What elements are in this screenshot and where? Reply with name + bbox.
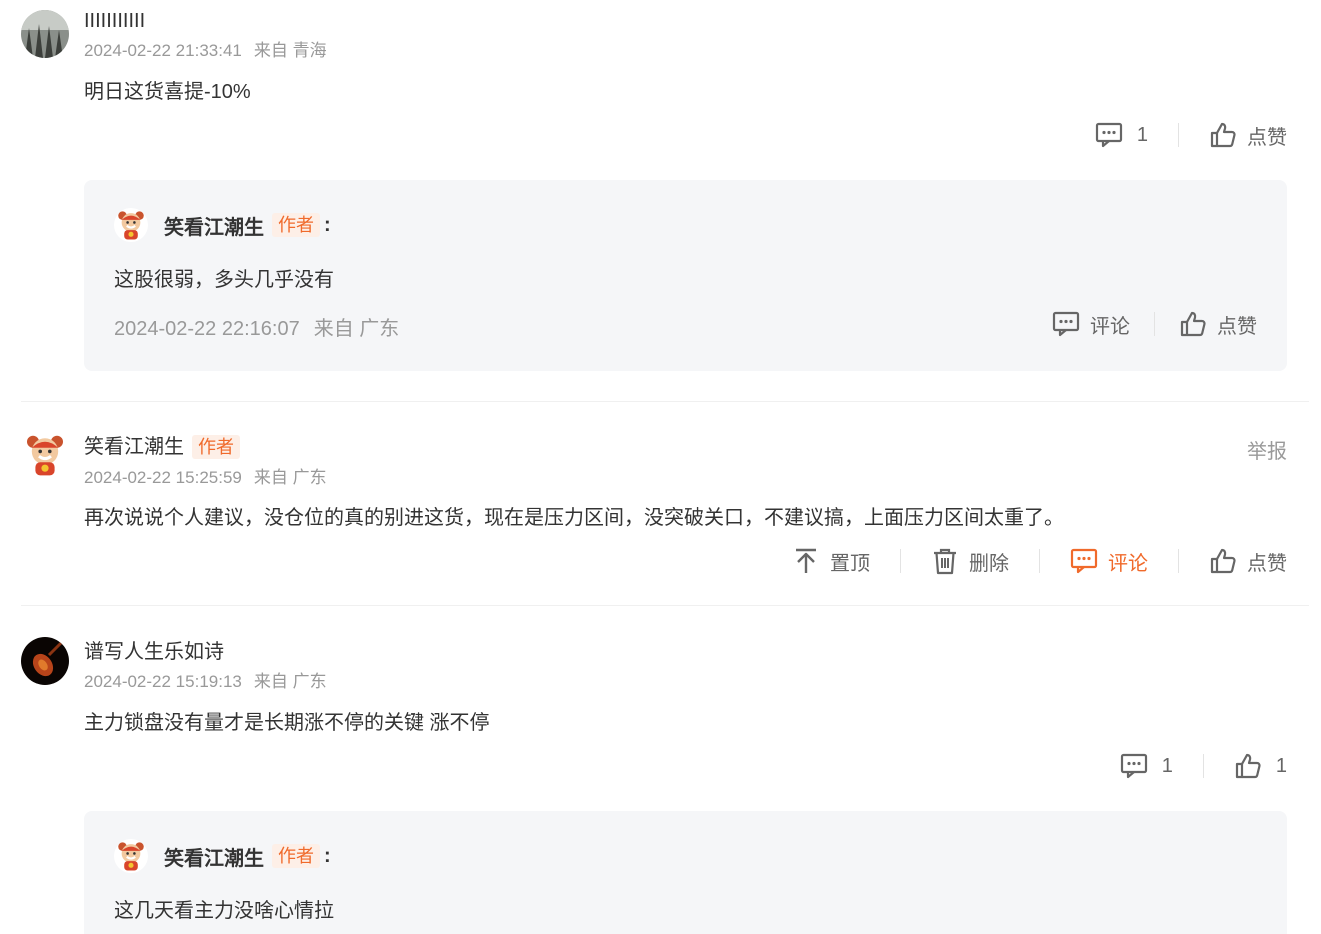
like-label: 点赞 <box>1247 552 1287 575</box>
divider <box>1178 549 1179 573</box>
timestamp: 2024-02-22 15:19:13 <box>84 672 242 691</box>
reply-username[interactable]: 笑看江潮生 <box>164 842 264 871</box>
reply-meta: 2024-02-22 22:16:07 来自 广东 <box>114 312 399 341</box>
comment-icon <box>1095 121 1123 149</box>
like-label: 点赞 <box>1217 315 1257 338</box>
avatar[interactable] <box>114 839 148 873</box>
author-badge: 作者 <box>192 435 240 459</box>
reply-username[interactable]: 笑看江潮生 <box>164 211 264 240</box>
comment-list: IIIIIIIIIII 2024-02-22 21:33:41 来自 青海 明日这… <box>0 0 1321 934</box>
report-link[interactable]: 举报 <box>1247 435 1287 464</box>
comment-icon <box>1120 752 1148 780</box>
avatar[interactable] <box>21 431 69 479</box>
divider <box>1039 549 1040 573</box>
location: 来自 广东 <box>253 672 327 691</box>
comment-actions: 1 点赞 <box>1095 119 1287 151</box>
like-button[interactable]: 点赞 <box>1209 121 1287 150</box>
avatar[interactable] <box>114 208 148 242</box>
avatar[interactable] <box>21 637 69 685</box>
comment-divider <box>21 605 1309 606</box>
comment-icon <box>1052 310 1080 338</box>
comment-icon <box>1070 547 1098 575</box>
pin-button[interactable]: 置顶 <box>792 547 870 576</box>
divider <box>1154 312 1155 336</box>
comment-divider <box>21 401 1309 402</box>
location: 来自 广东 <box>313 318 400 340</box>
comment-label: 评论 <box>1108 552 1148 575</box>
author-badge: 作者 <box>272 844 320 868</box>
divider <box>1178 123 1179 147</box>
timestamp: 2024-02-22 21:33:41 <box>84 41 242 60</box>
thumbs-up-icon <box>1209 547 1237 575</box>
reply-button[interactable]: 1 <box>1095 121 1148 149</box>
trash-icon <box>931 547 959 575</box>
comment-content: 明日这货喜提-10% <box>84 81 251 103</box>
reply-header: 笑看江潮生 作者 : <box>114 839 331 873</box>
like-button[interactable]: 点赞 <box>1179 310 1257 339</box>
location: 来自 广东 <box>253 468 327 487</box>
like-count: 1 <box>1275 754 1287 777</box>
colon: : <box>324 213 331 236</box>
reply-count: 1 <box>1136 123 1148 146</box>
comment-label: 评论 <box>1090 315 1130 338</box>
comment-actions: 置顶 删除 评论 点赞 <box>792 545 1287 577</box>
location: 来自 青海 <box>253 41 327 60</box>
comment-button[interactable]: 评论 <box>1070 547 1148 576</box>
comment-meta: 2024-02-22 15:19:13 来自 广东 <box>84 672 327 692</box>
comment-meta: 2024-02-22 15:25:59 来自 广东 <box>84 468 327 488</box>
timestamp: 2024-02-22 15:25:59 <box>84 468 242 487</box>
like-label: 点赞 <box>1247 126 1287 149</box>
reply-header: 笑看江潮生 作者 : <box>114 208 331 242</box>
thumbs-up-icon <box>1234 752 1262 780</box>
divider <box>1202 754 1204 778</box>
pin-to-top-icon <box>792 547 820 575</box>
username: 笑看江潮生 作者 <box>84 435 240 459</box>
reply-button[interactable]: 1 <box>1120 752 1173 780</box>
reply-actions: 评论 点赞 <box>1052 308 1257 340</box>
thumbs-up-icon <box>1179 310 1207 338</box>
username[interactable]: 谱写人生乐如诗 <box>84 640 224 664</box>
username-text[interactable]: 笑看江潮生 <box>84 436 184 458</box>
author-badge: 作者 <box>272 213 320 237</box>
reply-count: 1 <box>1161 754 1173 777</box>
delete-button[interactable]: 删除 <box>931 547 1009 576</box>
reply-content: 这几天看主力没啥心情拉 <box>114 900 334 922</box>
comment-actions: 1 1 <box>1120 750 1287 782</box>
delete-label: 删除 <box>969 552 1009 575</box>
timestamp: 2024-02-22 22:16:07 <box>114 318 300 340</box>
comment-meta: 2024-02-22 21:33:41 来自 青海 <box>84 41 327 61</box>
username[interactable]: IIIIIIIIIII <box>84 9 145 33</box>
like-button[interactable]: 1 <box>1234 752 1287 780</box>
pin-label: 置顶 <box>830 552 870 575</box>
comment-content: 主力锁盘没有量才是长期涨不停的关键 涨不停 <box>84 712 490 734</box>
comment-content: 再次说说个人建议，没仓位的真的别进这货，现在是压力区间，没突破关口，不建议搞，上… <box>84 507 1064 529</box>
divider <box>900 549 901 573</box>
thumbs-up-icon <box>1209 121 1237 149</box>
reply-box: 笑看江潮生 作者 : 这股很弱，多头几乎没有 2024-02-22 22:16:… <box>84 180 1287 371</box>
reply-content: 这股很弱，多头几乎没有 <box>114 269 334 291</box>
reply-box: 笑看江潮生 作者 : 这几天看主力没啥心情拉 <box>84 811 1287 934</box>
avatar[interactable] <box>21 10 69 58</box>
colon: : <box>324 844 331 867</box>
comment-button[interactable]: 评论 <box>1052 310 1130 339</box>
like-button[interactable]: 点赞 <box>1209 547 1287 576</box>
